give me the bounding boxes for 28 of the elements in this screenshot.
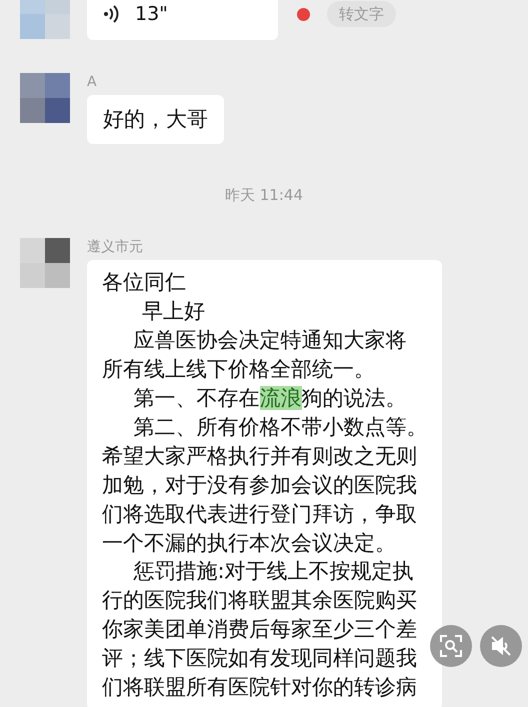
message-line: 第一、不存在流浪狗的说法。	[132, 385, 408, 412]
message-line: 早上好	[140, 298, 206, 326]
message-line: 第二、所有价格不带小数点等。	[132, 414, 428, 441]
voice-message-bubble[interactable]: 13"	[87, 0, 278, 40]
timestamp: 昨天 11:44	[224, 184, 304, 206]
message-line: 所有线上线下价格全部统一。	[102, 356, 376, 384]
message-line: 一个不漏的执行本次会议决定。	[102, 530, 397, 557]
message-line: 各位同仁	[102, 269, 187, 296]
scan-icon	[440, 635, 462, 657]
voice-duration: 13"	[135, 2, 168, 27]
avatar[interactable]	[20, 73, 70, 123]
message-line: 好的，大哥	[103, 106, 208, 133]
scan-button[interactable]	[430, 625, 472, 667]
sender-name: 遵义市元	[87, 238, 144, 256]
avatar[interactable]	[20, 238, 70, 288]
message-line: 你家美团单消费后每家至少三个差	[102, 616, 418, 644]
mute-icon	[490, 635, 512, 657]
voice-icon	[103, 4, 119, 24]
message-line: 行的医院我们将联盟其余医院购买	[102, 587, 418, 614]
sender-name: A	[87, 73, 98, 91]
message-line: 评；线下医院如有发现同样问题我	[102, 645, 418, 672]
message-line: 们将联盟所有医院针对你的转诊病	[102, 674, 418, 702]
message-line: 们将选取代表进行登门拜访，争取	[102, 500, 418, 528]
mute-button[interactable]	[480, 625, 522, 667]
message-line: 惩罚措施:对于线上不按规定执	[132, 558, 415, 586]
message-line: 希望大家严格执行并有则改之无则	[102, 442, 418, 470]
message-line: 加勉，对于没有参加会议的医院我	[102, 472, 418, 499]
message-line: 应兽医协会决定特通知大家将	[132, 327, 408, 354]
